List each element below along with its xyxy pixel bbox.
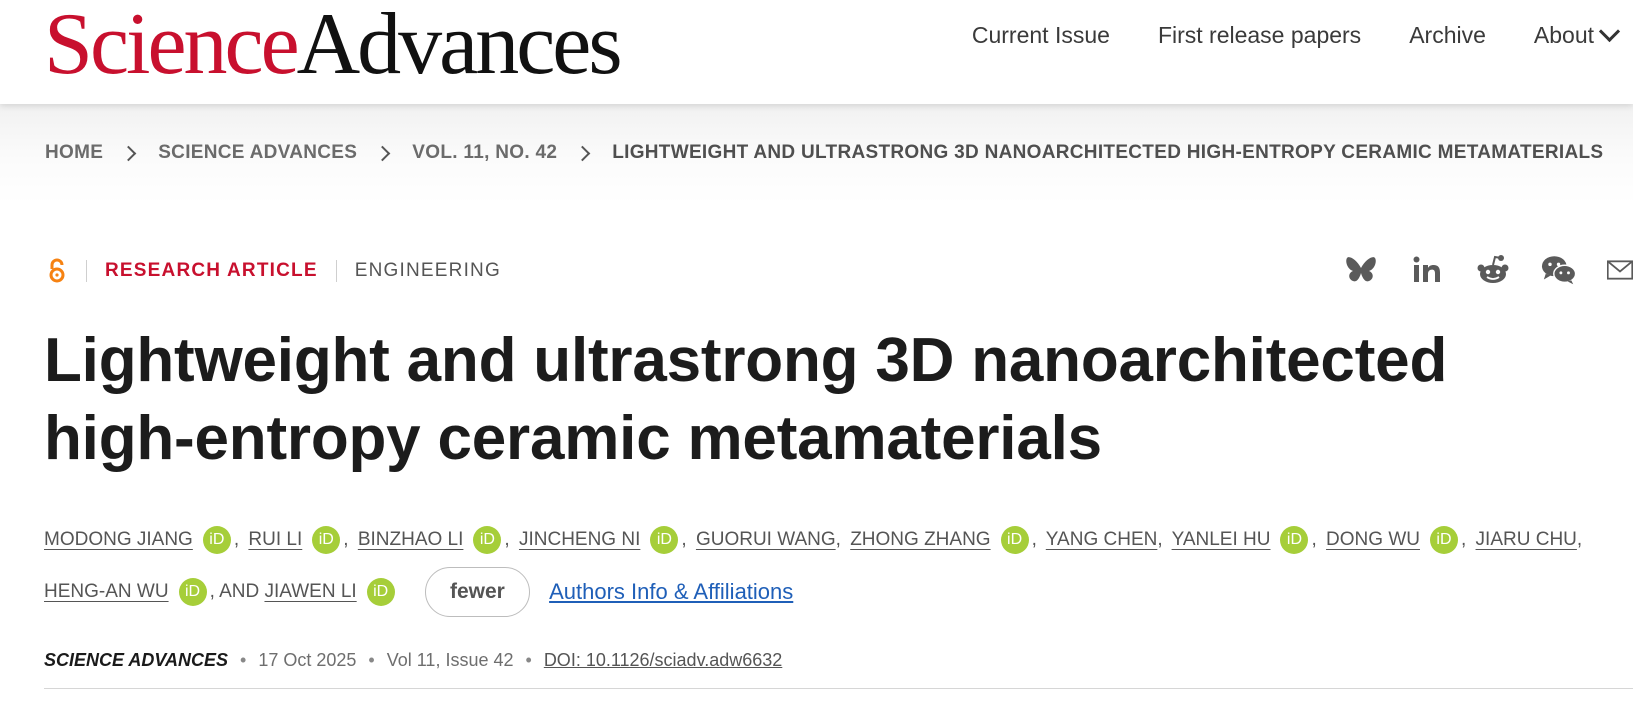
separator-dot: •	[240, 650, 247, 670]
chevron-right-icon	[374, 145, 391, 161]
author-link[interactable]: YANLEI HU	[1172, 529, 1271, 550]
site-header: ScienceAdvances Current Issue First rele…	[0, 0, 1633, 104]
article-type-label: RESEARCH ARTICLE	[105, 260, 318, 281]
divider	[335, 260, 337, 282]
logo-advances-text: Advances	[296, 0, 623, 93]
authors-info-affiliations-link[interactable]: Authors Info & Affiliations	[549, 579, 793, 604]
orcid-icon[interactable]: iD	[473, 525, 502, 554]
bluesky-icon[interactable]	[1343, 252, 1379, 288]
author-link[interactable]: MODONG JIANG	[44, 529, 193, 550]
citation-line: SCIENCE ADVANCES • 17 Oct 2025 • Vol 11, Iss…	[44, 650, 782, 671]
breadcrumb: HOME SCIENCE ADVANCES VOL. 11, NO. 42 LI…	[45, 142, 1603, 164]
chevron-down-icon	[1598, 20, 1621, 43]
nav-archive[interactable]: Archive	[1409, 22, 1486, 49]
article-subject-label[interactable]: ENGINEERING	[355, 260, 501, 282]
nav-about[interactable]: About	[1533, 20, 1621, 49]
separator-dot: •	[525, 650, 532, 670]
orcid-icon[interactable]: iD	[366, 578, 395, 606]
citation-volume: Vol 11, Issue 42	[386, 650, 514, 670]
breadcrumb-current-article: LIGHTWEIGHT AND ULTRASTRONG 3D NANOARCHI…	[612, 142, 1604, 163]
nav-about-label: About	[1533, 22, 1594, 48]
orcid-icon[interactable]: iD	[1280, 525, 1309, 554]
orcid-icon[interactable]: iD	[1429, 525, 1458, 554]
orcid-icon[interactable]: iD	[202, 525, 231, 554]
article-meta-row: RESEARCH ARTICLE ENGINEERING	[44, 258, 501, 284]
orcid-icon[interactable]: iD	[178, 578, 207, 606]
separator-dot: •	[368, 650, 375, 670]
author-link[interactable]: HENG-AN WU	[44, 581, 169, 602]
nav-first-release-papers[interactable]: First release papers	[1158, 22, 1361, 49]
reddit-icon[interactable]	[1475, 252, 1511, 288]
chevron-right-icon	[574, 145, 591, 161]
orcid-icon[interactable]: iD	[1000, 525, 1029, 554]
nav-current-issue[interactable]: Current Issue	[972, 22, 1110, 49]
wechat-icon[interactable]	[1541, 252, 1577, 288]
linkedin-icon[interactable]	[1409, 252, 1445, 288]
author-link[interactable]: JINCHENG NI	[519, 529, 640, 550]
logo-science-text: Science	[44, 0, 300, 93]
author-link[interactable]: BINZHAO LI	[358, 529, 464, 550]
author-link[interactable]: JIARU CHU	[1476, 529, 1577, 550]
orcid-icon[interactable]: iD	[650, 525, 679, 554]
breadcrumb-journal[interactable]: SCIENCE ADVANCES	[158, 142, 357, 164]
share-bar	[1343, 252, 1633, 288]
email-icon[interactable]	[1607, 252, 1633, 288]
breadcrumb-home[interactable]: HOME	[45, 142, 103, 164]
author-link[interactable]: JIAWEN LI	[264, 581, 356, 602]
author-link[interactable]: YANG CHEN	[1046, 529, 1158, 550]
author-link[interactable]: ZHONG ZHANG	[850, 529, 990, 550]
author-link[interactable]: RUI LI	[248, 529, 302, 550]
divider	[44, 688, 1633, 689]
science-advances-logo[interactable]: ScienceAdvances	[44, 0, 623, 93]
divider	[86, 260, 87, 282]
orcid-icon[interactable]: iD	[312, 525, 341, 554]
main-nav: Current Issue First release papers Archi…	[972, 20, 1621, 49]
article-title: Lightweight and ultrastrong 3D nanoarchi…	[44, 326, 1448, 473]
fewer-authors-button[interactable]: fewer	[424, 567, 530, 617]
citation-journal: SCIENCE ADVANCES	[44, 650, 229, 670]
author-link[interactable]: DONG WU	[1326, 529, 1420, 550]
chevron-right-icon	[120, 145, 137, 161]
citation-date: 17 Oct 2025	[258, 650, 357, 670]
author-link[interactable]: GUORUI WANG	[696, 529, 836, 550]
open-access-icon	[49, 258, 65, 283]
author-list: MODONG JIANG iD, RUI LI iD, BINZHAO LI iD, …	[44, 514, 1604, 618]
and-text: , AND	[209, 581, 260, 603]
breadcrumb-issue[interactable]: VOL. 11, NO. 42	[412, 142, 557, 164]
doi-link[interactable]: DOI: 10.1126/sciadv.adw6632	[544, 650, 782, 670]
